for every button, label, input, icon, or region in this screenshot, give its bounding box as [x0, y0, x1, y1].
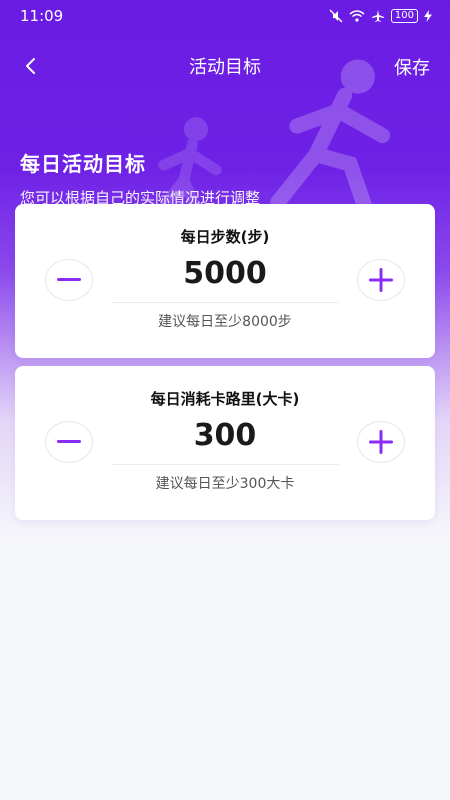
airplane-icon — [371, 10, 384, 22]
divider — [111, 464, 339, 465]
plus-icon — [369, 268, 393, 292]
calories-hint: 建议每日至少300大卡 — [155, 476, 295, 492]
steps-hint: 建议每日至少8000步 — [158, 314, 292, 330]
charging-icon — [424, 10, 432, 22]
battery-indicator: 100 — [390, 9, 418, 23]
nav-bar: 活动目标 保存 — [0, 48, 450, 84]
wifi-icon — [349, 10, 365, 22]
mute-icon — [329, 9, 343, 23]
divider — [111, 302, 339, 303]
calories-card-title: 每日消耗卡路里(大卡) — [150, 390, 300, 408]
page-title: 活动目标 — [189, 57, 261, 78]
calories-goal-card: 每日消耗卡路里(大卡) 300 建议每日至少300大卡 — [15, 366, 435, 520]
back-button[interactable] — [16, 52, 44, 80]
back-arrow-icon — [26, 58, 35, 74]
intro-section: 每日活动目标 您可以根据自己的实际情况进行调整 — [20, 148, 260, 208]
save-button[interactable]: 保存 — [394, 54, 430, 80]
status-time: 11:09 — [20, 7, 64, 25]
steps-increase-button[interactable] — [357, 259, 405, 301]
steps-card-title: 每日步数(步) — [180, 228, 270, 246]
intro-title: 每日活动目标 — [20, 152, 146, 176]
status-bar: 11:09 100 — [0, 0, 450, 32]
steps-goal-card: 每日步数(步) 5000 建议每日至少8000步 — [15, 204, 435, 358]
calories-increase-button[interactable] — [357, 421, 405, 463]
plus-icon — [369, 430, 393, 454]
status-icons: 100 — [329, 9, 432, 23]
